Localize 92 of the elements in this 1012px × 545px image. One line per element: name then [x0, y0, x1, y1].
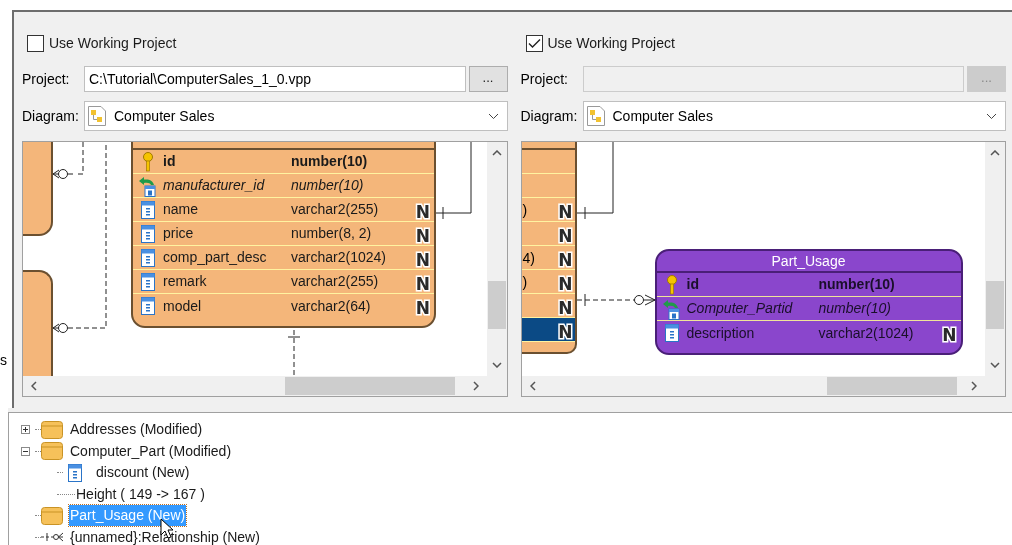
column-name: Computer_Partid [686, 299, 793, 318]
column-type: varchar2(255) [291, 200, 379, 219]
scroll-down-icon[interactable] [990, 362, 1000, 368]
column-name: manufacturer_id [163, 176, 265, 195]
tree-item[interactable]: Addresses (Modified) [69, 419, 204, 441]
nullable-label: N [415, 202, 430, 222]
column-type: varchar2(255) [291, 272, 379, 291]
field-label: Project: [520, 69, 569, 89]
scroll-thumb[interactable] [986, 281, 1004, 329]
column-type: number(10) [291, 152, 368, 171]
column-type: number(10) [291, 176, 364, 195]
nullable-label: N [558, 322, 573, 342]
diagram-icon [88, 106, 106, 126]
column-icon [141, 200, 155, 219]
vertical-scrollbar[interactable] [985, 142, 1005, 376]
browse-button[interactable]: ... [468, 66, 508, 92]
checkbox[interactable] [525, 34, 543, 52]
scroll-right-icon[interactable] [472, 381, 479, 391]
column-name: remark [163, 272, 207, 291]
column-icon [141, 297, 155, 315]
checkbox[interactable] [27, 34, 44, 52]
column-icon [141, 224, 155, 243]
nullable-label: N [415, 250, 430, 270]
column-type: number(10) [818, 275, 895, 294]
column-name: id [686, 275, 699, 294]
tree-item[interactable]: discount (New) [95, 462, 191, 484]
nullable-label: N [415, 274, 430, 294]
diagram-icon [586, 106, 605, 126]
horizontal-scrollbar[interactable] [23, 376, 487, 396]
scroll-thumb[interactable] [826, 377, 957, 395]
collapse-toggle[interactable] [20, 446, 30, 456]
scroll-down-icon[interactable] [491, 362, 502, 368]
nullable-label: N [558, 226, 573, 246]
project-field[interactable]: C:\Tutorial\ComputerSales_1_0.vpp [84, 66, 466, 92]
horizontal-scrollbar[interactable] [521, 376, 985, 396]
scroll-thumb[interactable] [487, 281, 506, 329]
field-label: Diagram: [520, 106, 579, 126]
column-name: model [163, 296, 202, 316]
column-name: id [163, 152, 176, 171]
diagram-dropdown[interactable]: Computer Sales [84, 101, 508, 131]
tree-item[interactable]: Height ( 149 -> 167 ) [75, 483, 206, 505]
expand-toggle[interactable] [20, 425, 30, 435]
connector-line [287, 329, 301, 376]
scroll-up-icon[interactable] [990, 150, 1000, 156]
column-type: 4) [522, 250, 535, 265]
plus-icon [21, 426, 29, 434]
vertical-scrollbar[interactable] [486, 142, 507, 376]
scroll-left-icon[interactable] [31, 381, 37, 391]
checkbox-label: Use Working Project [547, 33, 675, 53]
scroll-up-icon[interactable] [491, 150, 502, 156]
column-icon [664, 324, 679, 342]
nullable-label: N [415, 298, 430, 318]
checkmark-icon [527, 37, 541, 49]
nullable-label: N [558, 274, 573, 294]
table-icon [41, 442, 63, 461]
column-name: description [686, 323, 755, 343]
table-icon [41, 506, 63, 525]
column-name: name [163, 200, 199, 219]
checkbox-label: Use Working Project [49, 33, 177, 53]
nullable-label: N [942, 325, 957, 345]
entity-title: Part_Usage [771, 254, 846, 268]
tree-item[interactable]: Computer_Part (Modified) [69, 440, 233, 462]
scroll-left-icon[interactable] [529, 381, 536, 391]
column-type: varchar2(64) [291, 296, 371, 316]
table-icon [41, 420, 63, 439]
key-icon [665, 274, 678, 295]
column-type: varchar2(1024) [818, 323, 914, 343]
diagram-dropdown[interactable]: Computer Sales [582, 101, 1006, 131]
field-label: Diagram: [22, 106, 80, 126]
column-icon [141, 248, 155, 267]
column-name: comp_part_desc [163, 248, 267, 267]
column-type: number(10) [818, 299, 891, 318]
tree-item[interactable]: {unnamed}:Relationship (New) [69, 526, 261, 545]
field-label: Project: [22, 69, 71, 89]
nullable-label: N [558, 298, 573, 318]
chevron-down-icon [986, 112, 997, 120]
column-type: varchar2(1024) [291, 248, 386, 267]
scroll-thumb[interactable] [285, 377, 455, 395]
edge-text: s [0, 353, 7, 367]
nullable-label: N [558, 202, 573, 222]
nullable-label: N [558, 250, 573, 270]
column-icon [68, 463, 82, 482]
column-type: number(8, 2) [291, 224, 372, 243]
foreign-key-icon [137, 174, 159, 197]
column-name: price [163, 224, 194, 243]
column-type: ) [522, 274, 528, 289]
column-type: ) [522, 202, 528, 217]
nullable-label: N [415, 226, 430, 246]
key-icon [142, 151, 154, 172]
column-icon [141, 272, 155, 291]
chevron-down-icon [487, 112, 499, 120]
scroll-right-icon[interactable] [971, 381, 977, 391]
